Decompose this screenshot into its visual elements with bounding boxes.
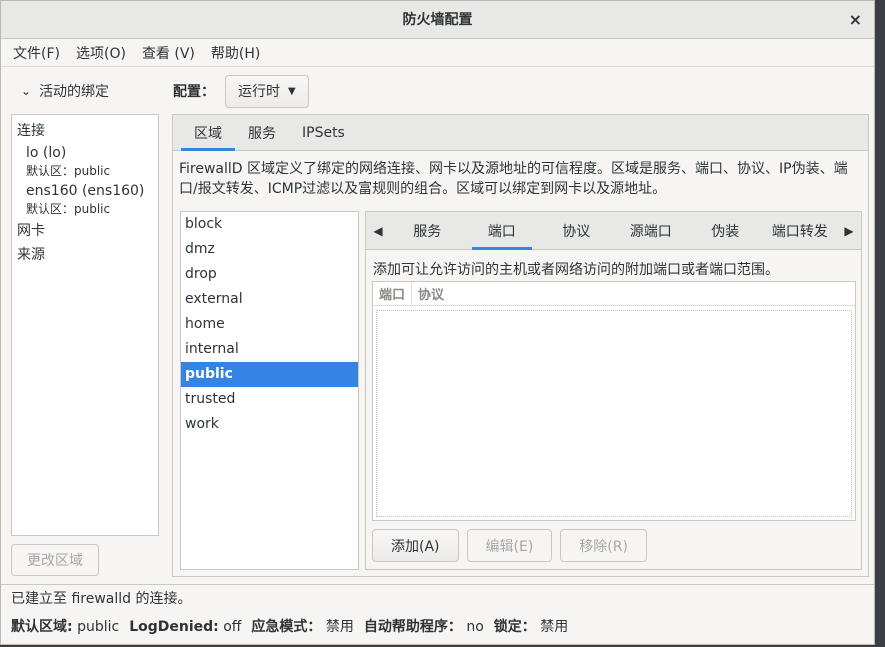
active-bindings-toggle[interactable]: ⌄ 活动的绑定 — [11, 77, 159, 105]
log-denied-value: off — [223, 619, 242, 635]
panic-mode-key: 应急模式： — [251, 619, 322, 635]
auto-helpers-key: 自动帮助程序： — [363, 619, 462, 635]
scroll-left-icon[interactable]: ◀ — [366, 212, 390, 249]
config-value: 运行时 — [238, 84, 280, 100]
ports-table-body[interactable] — [376, 310, 852, 517]
zone-sub-tabs: ◀ 服务 端口 协议 源端口 伪装 端口转发 ▶ — [366, 212, 861, 250]
zone-item-public[interactable]: public — [181, 362, 358, 387]
zone-item-trusted[interactable]: trusted — [181, 387, 358, 412]
subtab-masquerade[interactable]: 伪装 — [688, 212, 763, 249]
bindings-list: 连接 lo (lo) 默认区：public ens160 (ens160) 默认… — [11, 114, 159, 536]
column-protocol[interactable]: 协议 — [412, 282, 450, 305]
connection-zone: 默认区：public — [26, 202, 111, 216]
log-denied-key: LogDenied: — [129, 619, 219, 635]
connection-item[interactable]: lo (lo) 默认区：public — [17, 143, 153, 179]
auto-helpers-value: no — [466, 619, 484, 635]
zone-detail-notebook: ◀ 服务 端口 协议 源端口 伪装 端口转发 ▶ 添加可让允许访问的主机或者网络… — [365, 211, 862, 570]
chevron-down-icon: ⌄ — [21, 84, 32, 98]
main-notebook: 区域 服务 IPSets FirewallD 区域定义了绑定的网络连接、网卡以及… — [172, 114, 869, 577]
change-zone-button[interactable]: 更改区域 — [11, 544, 99, 576]
menu-view[interactable]: 查看 (V) — [134, 43, 203, 63]
menu-help[interactable]: 帮助(H) — [203, 43, 268, 63]
status-details: 默认区域: public LogDenied: off 应急模式： 禁用 自动帮… — [11, 613, 874, 641]
zone-item-external[interactable]: external — [181, 287, 358, 312]
config-dropdown[interactable]: 运行时 ▼ — [225, 74, 309, 108]
active-bindings-pane: ⌄ 活动的绑定 连接 lo (lo) 默认区：public ens160 (en… — [11, 77, 159, 576]
subtab-ports[interactable]: 端口 — [465, 212, 540, 250]
ports-table[interactable]: 端口 协议 — [372, 281, 856, 521]
column-port[interactable]: 端口 — [373, 282, 413, 305]
tab-zones[interactable]: 区域 — [181, 115, 235, 151]
interfaces-category[interactable]: 网卡 — [17, 219, 153, 243]
zone-item-dmz[interactable]: dmz — [181, 237, 358, 262]
config-row: 配置： 运行时 ▼ — [173, 74, 309, 108]
lockdown-key: 锁定： — [493, 619, 536, 635]
dropdown-caret-icon: ▼ — [288, 85, 296, 97]
main-tabs: 区域 服务 IPSets — [173, 115, 868, 151]
firewall-config-window: 防火墙配置 × 文件(F) 选项(O) 查看 (V) 帮助(H) ⌄ 活动的绑定… — [0, 0, 875, 645]
window-title: 防火墙配置 — [402, 12, 473, 28]
connections-category[interactable]: 连接 — [17, 119, 153, 143]
scroll-right-icon[interactable]: ▶ — [837, 212, 861, 249]
connection-item[interactable]: ens160 (ens160) 默认区：public — [17, 181, 153, 217]
active-bindings-label: 活动的绑定 — [39, 84, 110, 100]
close-icon[interactable]: × — [849, 1, 862, 39]
subtab-source-ports[interactable]: 源端口 — [614, 212, 689, 249]
subtab-port-forwarding[interactable]: 端口转发 — [763, 212, 838, 249]
zone-description: FirewallD 区域定义了绑定的网络连接、网卡以及源地址的可信程度。区域是服… — [179, 161, 848, 197]
lockdown-value: 禁用 — [540, 619, 569, 635]
zone-item-home[interactable]: home — [181, 312, 358, 337]
sources-category[interactable]: 来源 — [17, 243, 153, 267]
ports-description: 添加可让允许访问的主机或者网络访问的附加端口或者端口范围。 — [373, 262, 779, 278]
config-label: 配置： — [173, 84, 215, 100]
status-bar: 已建立至 firewalld 的连接。 默认区域: public LogDeni… — [1, 584, 874, 644]
connection-zone: 默认区：public — [26, 164, 111, 178]
connection-name: lo (lo) — [26, 145, 67, 161]
menu-options[interactable]: 选项(O) — [68, 43, 134, 63]
connection-status: 已建立至 firewalld 的连接。 — [11, 591, 192, 607]
add-port-button[interactable]: 添加(A) — [372, 529, 459, 562]
menu-bar: 文件(F) 选项(O) 查看 (V) 帮助(H) — [1, 39, 874, 67]
ports-button-row: 添加(A) 编辑(E) 移除(R) — [372, 529, 647, 562]
zone-list: block dmz drop external home internal pu… — [180, 211, 359, 570]
edit-port-button[interactable]: 编辑(E) — [466, 529, 553, 562]
zone-item-work[interactable]: work — [181, 412, 358, 437]
default-zone-key: 默认区域: — [11, 619, 73, 635]
ports-table-header: 端口 协议 — [373, 282, 855, 306]
tab-services[interactable]: 服务 — [235, 115, 289, 150]
subtab-services[interactable]: 服务 — [390, 212, 465, 249]
zone-item-drop[interactable]: drop — [181, 262, 358, 287]
connection-name: ens160 (ens160) — [26, 183, 145, 199]
remove-port-button[interactable]: 移除(R) — [560, 529, 647, 562]
panic-mode-value: 禁用 — [325, 619, 354, 635]
menu-file[interactable]: 文件(F) — [5, 43, 68, 63]
subtab-protocols[interactable]: 协议 — [539, 212, 614, 249]
default-zone-value: public — [77, 619, 120, 635]
zone-item-block[interactable]: block — [181, 212, 358, 237]
zone-item-internal[interactable]: internal — [181, 337, 358, 362]
title-bar: 防火墙配置 × — [1, 1, 874, 39]
tab-ipsets[interactable]: IPSets — [289, 115, 358, 150]
